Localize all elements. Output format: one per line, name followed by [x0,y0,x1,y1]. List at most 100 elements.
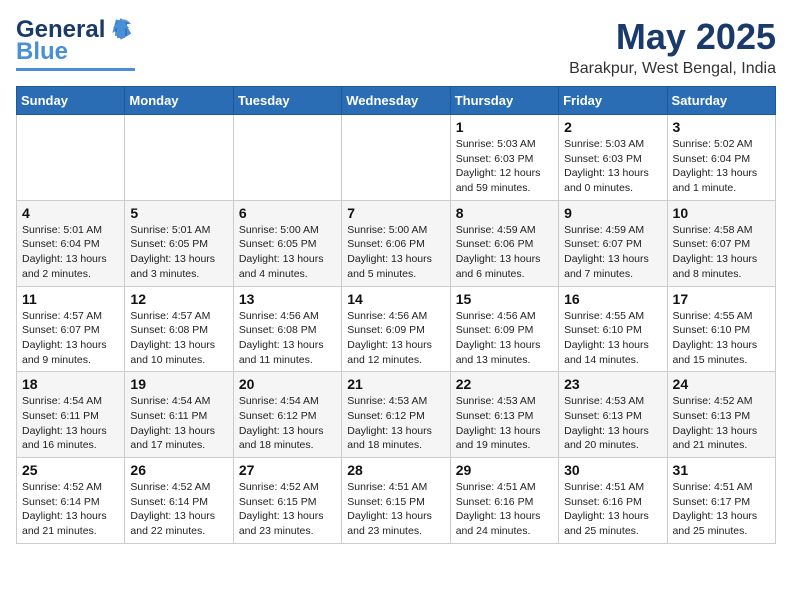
day-number: 28 [347,462,444,478]
calendar-cell: 29 Sunrise: 4:51 AMSunset: 6:16 PMDayligh… [450,458,558,544]
calendar-cell: 6 Sunrise: 5:00 AMSunset: 6:05 PMDaylight… [233,200,341,286]
calendar-week-3: 11Sunrise: 4:57 AMSunset: 6:07 PMDayligh… [17,286,776,372]
calendar-header-row: Sunday Monday Tuesday Wednesday Thursday… [17,87,776,115]
calendar-cell: 31 Sunrise: 4:51 AMSunset: 6:17 PMDayligh… [667,458,775,544]
day-info: Sunrise: 5:01 AMSunset: 6:04 PMDaylight:… [22,223,119,282]
day-info: Sunrise: 5:00 AMSunset: 6:05 PMDaylight:… [239,223,336,282]
day-info: Sunrise: 5:03 AMSunset: 6:03 PMDaylight:… [456,137,553,196]
calendar-cell: 18 Sunrise: 4:54 AMSunset: 6:11 PMDayligh… [17,372,125,458]
calendar-cell: 24Sunrise: 4:52 AMSunset: 6:13 PMDayligh… [667,372,775,458]
header-sunday: Sunday [17,87,125,115]
day-number: 13 [239,291,336,307]
calendar-cell: 19 Sunrise: 4:54 AMSunset: 6:11 PMDayligh… [125,372,233,458]
day-info: Sunrise: 4:55 AMSunset: 6:10 PMDaylight:… [564,309,661,368]
day-number: 16 [564,291,661,307]
calendar-table: Sunday Monday Tuesday Wednesday Thursday… [16,86,776,544]
day-number: 20 [239,376,336,392]
calendar-cell: 8Sunrise: 4:59 AMSunset: 6:06 PMDaylight… [450,200,558,286]
calendar-cell: 22 Sunrise: 4:53 AMSunset: 6:13 PMDayligh… [450,372,558,458]
calendar-cell: 28 Sunrise: 4:51 AMSunset: 6:15 PMDayligh… [342,458,450,544]
page-header: General Blue May 2025 Barakpur, West Ben… [16,16,776,78]
day-info: Sunrise: 4:53 AMSunset: 6:12 PMDaylight:… [347,394,444,453]
location: Barakpur, West Bengal, India [569,60,776,78]
calendar-week-5: 25 Sunrise: 4:52 AMSunset: 6:14 PMDayligh… [17,458,776,544]
calendar-cell: 15Sunrise: 4:56 AMSunset: 6:09 PMDayligh… [450,286,558,372]
day-number: 5 [130,205,227,221]
day-info: Sunrise: 5:03 AMSunset: 6:03 PMDaylight:… [564,137,661,196]
day-number: 18 [22,376,119,392]
calendar-cell: 16 Sunrise: 4:55 AMSunset: 6:10 PMDayligh… [559,286,667,372]
calendar-cell: 11Sunrise: 4:57 AMSunset: 6:07 PMDayligh… [17,286,125,372]
calendar-cell: 25 Sunrise: 4:52 AMSunset: 6:14 PMDayligh… [17,458,125,544]
logo-icon [107,14,135,42]
day-info: Sunrise: 4:59 AMSunset: 6:06 PMDaylight:… [456,223,553,282]
day-info: Sunrise: 4:56 AMSunset: 6:08 PMDaylight:… [239,309,336,368]
day-info: Sunrise: 5:00 AMSunset: 6:06 PMDaylight:… [347,223,444,282]
day-number: 11 [22,291,119,307]
day-info: Sunrise: 4:58 AMSunset: 6:07 PMDaylight:… [673,223,770,282]
day-number: 6 [239,205,336,221]
day-number: 7 [347,205,444,221]
header-thursday: Thursday [450,87,558,115]
day-info: Sunrise: 4:56 AMSunset: 6:09 PMDaylight:… [456,309,553,368]
calendar-cell: 26Sunrise: 4:52 AMSunset: 6:14 PMDayligh… [125,458,233,544]
day-info: Sunrise: 4:51 AMSunset: 6:15 PMDaylight:… [347,480,444,539]
day-info: Sunrise: 4:53 AMSunset: 6:13 PMDaylight:… [456,394,553,453]
calendar-week-2: 4Sunrise: 5:01 AMSunset: 6:04 PMDaylight… [17,200,776,286]
calendar-week-1: 1 Sunrise: 5:03 AMSunset: 6:03 PMDaylight… [17,115,776,201]
day-info: Sunrise: 4:56 AMSunset: 6:09 PMDaylight:… [347,309,444,368]
header-tuesday: Tuesday [233,87,341,115]
calendar-cell: 17 Sunrise: 4:55 AMSunset: 6:10 PMDayligh… [667,286,775,372]
day-info: Sunrise: 4:59 AMSunset: 6:07 PMDaylight:… [564,223,661,282]
day-number: 12 [130,291,227,307]
header-monday: Monday [125,87,233,115]
day-info: Sunrise: 4:53 AMSunset: 6:13 PMDaylight:… [564,394,661,453]
calendar-cell [233,115,341,201]
calendar-cell: 3 Sunrise: 5:02 AMSunset: 6:04 PMDaylight… [667,115,775,201]
calendar-cell: 7 Sunrise: 5:00 AMSunset: 6:06 PMDaylight… [342,200,450,286]
day-number: 24 [673,376,770,392]
day-number: 10 [673,205,770,221]
day-info: Sunrise: 4:51 AMSunset: 6:17 PMDaylight:… [673,480,770,539]
day-number: 23 [564,376,661,392]
day-info: Sunrise: 4:52 AMSunset: 6:14 PMDaylight:… [22,480,119,539]
calendar-cell: 2 Sunrise: 5:03 AMSunset: 6:03 PMDaylight… [559,115,667,201]
header-wednesday: Wednesday [342,87,450,115]
calendar-cell: 4Sunrise: 5:01 AMSunset: 6:04 PMDaylight… [17,200,125,286]
day-number: 14 [347,291,444,307]
day-info: Sunrise: 4:54 AMSunset: 6:11 PMDaylight:… [130,394,227,453]
calendar-cell: 30Sunrise: 4:51 AMSunset: 6:16 PMDayligh… [559,458,667,544]
calendar-cell: 20 Sunrise: 4:54 AMSunset: 6:12 PMDayligh… [233,372,341,458]
logo: General Blue [16,16,135,71]
title-area: May 2025 Barakpur, West Bengal, India [569,16,776,78]
day-number: 25 [22,462,119,478]
day-number: 22 [456,376,553,392]
calendar-cell: 5 Sunrise: 5:01 AMSunset: 6:05 PMDaylight… [125,200,233,286]
day-number: 19 [130,376,227,392]
calendar-cell [342,115,450,201]
calendar-cell: 21Sunrise: 4:53 AMSunset: 6:12 PMDayligh… [342,372,450,458]
day-info: Sunrise: 4:51 AMSunset: 6:16 PMDaylight:… [456,480,553,539]
calendar-cell [125,115,233,201]
day-info: Sunrise: 5:01 AMSunset: 6:05 PMDaylight:… [130,223,227,282]
day-info: Sunrise: 4:57 AMSunset: 6:08 PMDaylight:… [130,309,227,368]
day-number: 26 [130,462,227,478]
calendar-cell: 13 Sunrise: 4:56 AMSunset: 6:08 PMDayligh… [233,286,341,372]
calendar-cell: 27Sunrise: 4:52 AMSunset: 6:15 PMDayligh… [233,458,341,544]
calendar-cell: 23 Sunrise: 4:53 AMSunset: 6:13 PMDayligh… [559,372,667,458]
day-info: Sunrise: 4:55 AMSunset: 6:10 PMDaylight:… [673,309,770,368]
day-number: 2 [564,119,661,135]
calendar-week-4: 18 Sunrise: 4:54 AMSunset: 6:11 PMDayligh… [17,372,776,458]
day-info: Sunrise: 5:02 AMSunset: 6:04 PMDaylight:… [673,137,770,196]
calendar-cell: 14 Sunrise: 4:56 AMSunset: 6:09 PMDayligh… [342,286,450,372]
day-number: 29 [456,462,553,478]
day-info: Sunrise: 4:54 AMSunset: 6:12 PMDaylight:… [239,394,336,453]
calendar-cell: 1 Sunrise: 5:03 AMSunset: 6:03 PMDaylight… [450,115,558,201]
day-number: 3 [673,119,770,135]
day-info: Sunrise: 4:54 AMSunset: 6:11 PMDaylight:… [22,394,119,453]
day-number: 1 [456,119,553,135]
calendar-cell [17,115,125,201]
day-info: Sunrise: 4:51 AMSunset: 6:16 PMDaylight:… [564,480,661,539]
day-number: 31 [673,462,770,478]
day-number: 17 [673,291,770,307]
